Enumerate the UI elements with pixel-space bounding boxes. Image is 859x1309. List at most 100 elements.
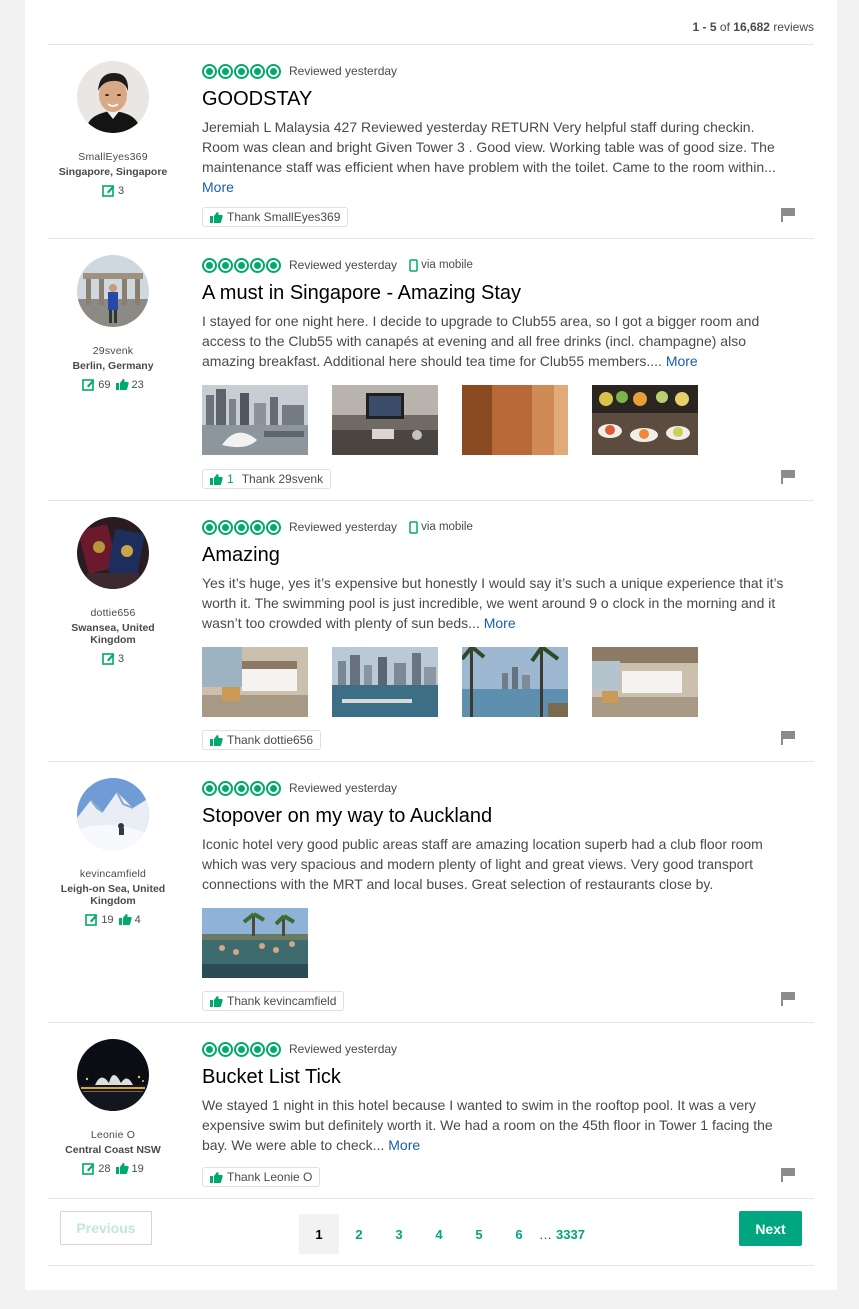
page-6[interactable]: 6 bbox=[499, 1214, 539, 1254]
thank-count: 1 bbox=[227, 472, 234, 486]
member-stats: 3 bbox=[53, 652, 173, 665]
page-1[interactable]: 1 bbox=[299, 1214, 339, 1254]
review-title[interactable]: Amazing bbox=[202, 544, 802, 567]
review-card: 29svenk Berlin, Germany 69 23 Reviewed y… bbox=[48, 239, 814, 501]
thank-label: Thank SmallEyes369 bbox=[227, 210, 341, 224]
thank-button[interactable]: Thank Leonie O bbox=[202, 1167, 321, 1187]
review-title[interactable]: Bucket List Tick bbox=[202, 1066, 802, 1089]
review-count-summary: 1 - 5 of 16,682 reviews bbox=[693, 20, 814, 34]
member-username[interactable]: kevincamfield bbox=[53, 868, 173, 880]
review-photo[interactable] bbox=[592, 647, 698, 717]
thank-button[interactable]: 1 Thank 29svenk bbox=[202, 469, 332, 489]
review-count-icon bbox=[85, 914, 98, 926]
page-3[interactable]: 3 bbox=[379, 1214, 419, 1254]
previous-button[interactable]: Previous bbox=[60, 1211, 152, 1245]
thank-label: Thank Leonie O bbox=[227, 1170, 313, 1184]
review-count-icon bbox=[82, 1163, 95, 1175]
member-location: Berlin, Germany bbox=[72, 360, 154, 372]
next-button[interactable]: Next bbox=[739, 1211, 802, 1246]
member-username[interactable]: SmallEyes369 bbox=[53, 151, 173, 163]
member-username[interactable]: 29svenk bbox=[53, 345, 173, 357]
member-username[interactable]: Leonie O bbox=[53, 1129, 173, 1141]
review-photo[interactable] bbox=[462, 385, 568, 455]
avatar[interactable] bbox=[77, 1039, 149, 1111]
flag-icon[interactable] bbox=[780, 1167, 796, 1183]
review-count: 3 bbox=[117, 652, 125, 665]
review-title[interactable]: Stopover on my way to Auckland bbox=[202, 805, 802, 828]
review-photo[interactable] bbox=[592, 385, 698, 455]
review-text: Jeremiah L Malaysia 427 Reviewed yesterd… bbox=[202, 117, 787, 197]
thank-label: Thank 29svenk bbox=[241, 472, 324, 486]
bubble-icon bbox=[234, 257, 249, 273]
review-body: Reviewed yesterday via mobile A must in … bbox=[202, 257, 802, 455]
avatar[interactable] bbox=[77, 517, 149, 589]
avatar[interactable] bbox=[77, 61, 149, 133]
bubble-icon bbox=[218, 780, 233, 796]
bubble-icon bbox=[266, 519, 281, 535]
bubble-icon bbox=[218, 1041, 233, 1057]
review-photo[interactable] bbox=[202, 908, 308, 978]
more-link[interactable]: More bbox=[388, 1137, 420, 1153]
page-5[interactable]: 5 bbox=[459, 1214, 499, 1254]
via-mobile: via mobile bbox=[409, 258, 473, 272]
review-title[interactable]: A must in Singapore - Amazing Stay bbox=[202, 282, 802, 305]
mobile-phone-icon bbox=[409, 520, 418, 534]
review-photo[interactable] bbox=[332, 385, 438, 455]
review-count: 19 bbox=[101, 913, 114, 926]
review-date: Reviewed yesterday bbox=[289, 520, 398, 534]
flag-icon[interactable] bbox=[780, 991, 796, 1007]
thank-label: Thank kevincamfield bbox=[227, 994, 337, 1008]
reviews-panel: 1 - 5 of 16,682 reviews SmallEyes369 Sin… bbox=[25, 0, 837, 1290]
helpful-votes-count: 23 bbox=[131, 378, 144, 391]
bubble-icon bbox=[202, 1041, 217, 1057]
flag-icon[interactable] bbox=[780, 469, 796, 485]
bubble-icon bbox=[234, 63, 249, 79]
via-mobile-label: via mobile bbox=[421, 259, 473, 271]
more-link[interactable]: More bbox=[202, 179, 234, 195]
review-card: SmallEyes369 Singapore, Singapore 3 Revi… bbox=[48, 45, 814, 239]
review-date: Reviewed yesterday bbox=[289, 64, 398, 78]
review-title[interactable]: GOODSTAY bbox=[202, 88, 802, 111]
thank-button[interactable]: Thank dottie656 bbox=[202, 730, 322, 750]
member-info: 29svenk Berlin, Germany 69 23 bbox=[53, 255, 173, 391]
helpful-votes-icon bbox=[118, 914, 132, 925]
thumbs-up-icon bbox=[210, 1171, 223, 1183]
thumbs-up-icon bbox=[210, 995, 223, 1007]
review-text: Iconic hotel very good public areas staf… bbox=[202, 834, 787, 894]
review-card: Leonie O Central Coast NSW 28 19 Reviewe… bbox=[48, 1023, 814, 1199]
thumbs-up-icon bbox=[210, 211, 223, 223]
bubble-icon bbox=[202, 257, 217, 273]
rating-bubbles bbox=[202, 63, 281, 79]
review-text-body: Jeremiah L Malaysia 427 Reviewed yesterd… bbox=[202, 119, 776, 175]
page-numbers: 1 2 3 4 5 6 … 3337 bbox=[299, 1214, 585, 1254]
member-location: Central Coast NSW bbox=[65, 1144, 161, 1156]
thank-button[interactable]: Thank SmallEyes369 bbox=[202, 207, 349, 227]
page-2[interactable]: 2 bbox=[339, 1214, 379, 1254]
member-info: SmallEyes369 Singapore, Singapore 3 bbox=[53, 61, 173, 197]
member-info: dottie656 Swansea, United Kingdom 3 bbox=[53, 517, 173, 665]
review-photos bbox=[202, 385, 802, 455]
review-photo[interactable] bbox=[332, 647, 438, 717]
review-count-icon bbox=[102, 653, 115, 665]
more-link[interactable]: More bbox=[484, 615, 516, 631]
page-last[interactable]: 3337 bbox=[556, 1227, 585, 1242]
rating-row: Reviewed yesterday bbox=[202, 63, 802, 79]
member-username[interactable]: dottie656 bbox=[53, 607, 173, 619]
of-word: of bbox=[719, 20, 730, 34]
review-photo[interactable] bbox=[462, 647, 568, 717]
member-location: Singapore, Singapore bbox=[58, 166, 168, 178]
review-photo[interactable] bbox=[202, 647, 308, 717]
more-link[interactable]: More bbox=[666, 353, 698, 369]
avatar[interactable] bbox=[77, 778, 149, 850]
flag-icon[interactable] bbox=[780, 730, 796, 746]
helpful-votes-icon bbox=[115, 379, 129, 390]
thank-button[interactable]: Thank kevincamfield bbox=[202, 991, 345, 1011]
review-photos bbox=[202, 647, 802, 717]
flag-icon[interactable] bbox=[780, 207, 796, 223]
review-date: Reviewed yesterday bbox=[289, 1042, 398, 1056]
member-info: Leonie O Central Coast NSW 28 19 bbox=[53, 1039, 173, 1175]
page-4[interactable]: 4 bbox=[419, 1214, 459, 1254]
avatar[interactable] bbox=[77, 255, 149, 327]
member-stats: 3 bbox=[53, 184, 173, 197]
review-photo[interactable] bbox=[202, 385, 308, 455]
